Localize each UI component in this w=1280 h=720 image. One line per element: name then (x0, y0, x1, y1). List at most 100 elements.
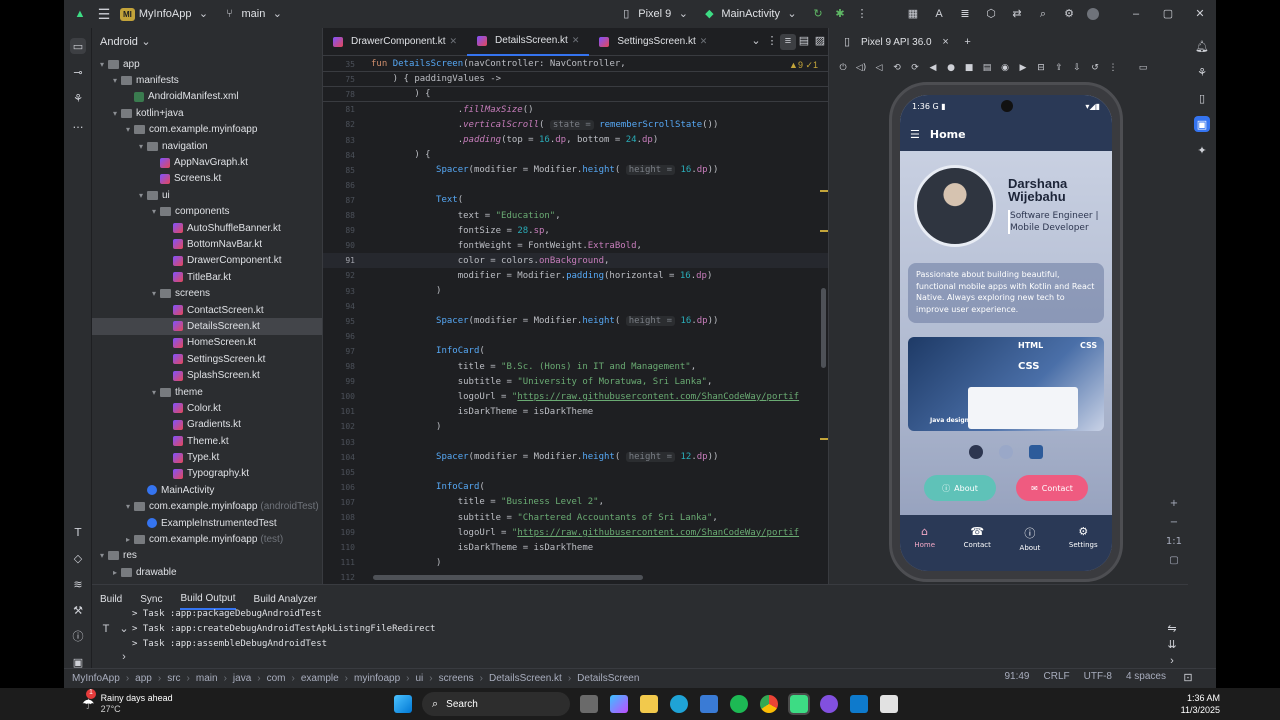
scroll-end-icon[interactable]: ⇊ (1164, 637, 1180, 653)
line-separator[interactable]: CRLF (1044, 671, 1070, 687)
code-area[interactable]: 35 fun DetailsScreen(navController: NavCo… (323, 56, 829, 584)
download-icon[interactable]: ⇩ (1069, 60, 1085, 76)
code-line[interactable]: 89 fontSize = 28.sp, (323, 223, 829, 238)
run-config-selector[interactable]: ◆ MainActivity ⌄ (701, 6, 800, 22)
tree-item[interactable]: HomeScreen.kt (92, 335, 322, 351)
nav-item-contact[interactable]: ☎ Contact (964, 525, 991, 549)
tree-item[interactable]: ExampleInstrumentedTest (92, 515, 322, 531)
zoom-in-icon[interactable]: + (1170, 498, 1178, 509)
code-line[interactable]: 104 Spacer(modifier = Modifier.height( h… (323, 450, 829, 465)
code-line[interactable]: 96 (323, 329, 829, 344)
collapse-icon[interactable]: › (116, 649, 132, 665)
build-tab[interactable]: Build Output (180, 589, 236, 610)
tree-item[interactable]: SettingsScreen.kt (92, 351, 322, 367)
tree-item[interactable]: ▾ com.example.myinfoapp (92, 122, 322, 138)
code-line[interactable]: 82 .verticalScroll( state = rememberScro… (323, 117, 829, 132)
code-line[interactable]: 100 logoUrl = "https://raw.githubusercon… (323, 389, 829, 404)
tree-item[interactable]: Type.kt (92, 449, 322, 465)
warning-marker[interactable] (820, 438, 828, 440)
chrome-icon[interactable] (760, 695, 778, 713)
code-line[interactable]: 93 ) (323, 284, 829, 299)
snipping-tool-icon[interactable] (880, 695, 898, 713)
tree-item[interactable]: ▾ ui (92, 187, 322, 203)
close-tab-icon[interactable]: ✕ (572, 35, 580, 46)
minimize-icon[interactable]: – (1128, 6, 1144, 22)
commit-icon[interactable]: ⊸ (70, 64, 86, 80)
zoom-out-icon[interactable]: − (1170, 517, 1178, 528)
tree-item[interactable]: ContactScreen.kt (92, 302, 322, 318)
tree-item[interactable]: ▾ components (92, 204, 322, 220)
code-line[interactable]: 81 .fillMaxSize() (323, 102, 829, 117)
code-line[interactable]: 95 Spacer(modifier = Modifier.height( he… (323, 314, 829, 329)
auto-shuffle-banner[interactable]: HTML CSS CSS Java design (908, 337, 1104, 431)
tree-item[interactable]: ▾ navigation (92, 138, 322, 154)
store-icon[interactable] (700, 695, 718, 713)
code-line[interactable]: 105 (323, 465, 829, 480)
reset-icon[interactable]: ↺ (1087, 60, 1103, 76)
nav-item-about[interactable]: ⓘ About (1020, 525, 1041, 552)
breadcrumb-item[interactable]: java (233, 673, 251, 684)
breadcrumb-item[interactable]: DetailsScreen (577, 673, 639, 684)
rotate-left-icon[interactable]: ⟲ (889, 60, 905, 76)
resource-manager-icon[interactable]: ⚘ (70, 90, 86, 106)
close-tab-icon[interactable]: ✕ (700, 36, 708, 47)
tree-item[interactable]: AppNavGraph.kt (92, 154, 322, 170)
settings-icon[interactable]: ⚙ (1061, 6, 1077, 22)
build-tab[interactable]: Build (100, 590, 122, 609)
phone-screen[interactable]: 1:36 G ▮ ▾◢▮ ☰ Home Darshana Wijebahu Soft… (900, 95, 1112, 571)
more-icon[interactable]: ⋮ (764, 34, 780, 50)
inspection-widget[interactable]: ▲9 ✓1 (789, 60, 818, 71)
tree-item[interactable]: ▾ com.example.myinfoapp (androidTest) (92, 499, 322, 515)
code-line[interactable]: 91 color = colors.onBackground, (323, 253, 829, 269)
avatar[interactable] (1087, 8, 1099, 20)
spotify-icon[interactable] (730, 695, 748, 713)
more-tools-icon[interactable]: … (70, 116, 86, 132)
gem-icon[interactable]: ◇ (70, 550, 86, 566)
structure-icon[interactable]: ≣ (957, 6, 973, 22)
add-device-icon[interactable]: + (960, 34, 976, 50)
zoom-actual-icon[interactable]: 1:1 (1166, 536, 1182, 547)
nav-item-settings[interactable]: ⚙ Settings (1069, 525, 1098, 549)
code-line[interactable]: 97 InfoCard( (323, 344, 829, 359)
expand-arrow-icon[interactable]: ▾ (148, 388, 160, 397)
editor-tab[interactable]: DrawerComponent.kt ✕ (323, 28, 467, 56)
editor-tab[interactable]: SettingsScreen.kt ✕ (589, 28, 717, 56)
expand-icon[interactable]: ⌄ (116, 621, 132, 637)
tree-item[interactable]: ▾ kotlin+java (92, 105, 322, 121)
tree-item[interactable]: SplashScreen.kt (92, 367, 322, 383)
tree-item[interactable]: Screens.kt (92, 171, 322, 187)
build-icon[interactable]: ⚒ (70, 602, 86, 618)
tree-item[interactable]: DrawerComponent.kt (92, 253, 322, 269)
code-line[interactable]: 83 .padding(top = 16.dp, bottom = 24.dp) (323, 133, 829, 148)
running-devices-icon[interactable]: ▣ (1194, 116, 1210, 132)
menu-icon[interactable]: ☰ (910, 128, 920, 141)
vscode-icon[interactable] (850, 695, 868, 713)
soft-wrap-icon[interactable]: ⇋ (1164, 621, 1180, 637)
maximize-icon[interactable]: ▢ (1160, 6, 1176, 22)
main-menu-icon[interactable]: ☰ (96, 6, 112, 22)
device-tab[interactable]: ▯ Pixel 9 API 36.0 × + (829, 28, 1188, 56)
caret-position[interactable]: 91:49 (1004, 671, 1029, 687)
close-icon[interactable]: ✕ (1192, 6, 1208, 22)
expand-arrow-icon[interactable]: ▾ (96, 60, 108, 69)
volume-up-icon[interactable]: ◁) (853, 60, 869, 76)
code-line[interactable]: 85 Spacer(modifier = Modifier.height( he… (323, 163, 829, 178)
filter-icon[interactable]: T (98, 621, 114, 637)
search-icon[interactable]: ⌕ (1035, 6, 1051, 22)
snapshot-icon[interactable]: ▤ (979, 60, 995, 76)
close-icon[interactable]: × (938, 34, 954, 50)
tree-item[interactable]: AndroidManifest.xml (92, 89, 322, 105)
code-line[interactable]: 111 ) (323, 555, 829, 570)
build-tab[interactable]: Build Analyzer (254, 590, 317, 609)
tree-item[interactable]: ▾ manifests (92, 72, 322, 88)
nav-item-home[interactable]: ⌂ Home (914, 525, 935, 549)
mirror-icon[interactable]: ▭ (1135, 60, 1151, 76)
vertical-scrollbar[interactable] (821, 288, 826, 368)
tree-item[interactable]: Color.kt (92, 400, 322, 416)
code-line[interactable]: 101 isDarkTheme = isDarkTheme (323, 404, 829, 419)
breadcrumb-item[interactable]: MyInfoApp (72, 673, 120, 684)
tree-item[interactable]: ▸ drawable (92, 564, 322, 580)
project-selector[interactable]: MI MyInfoApp ⌄ (120, 6, 211, 22)
github-desktop-icon[interactable] (820, 695, 838, 713)
device-selector[interactable]: ▯ Pixel 9 ⌄ (618, 6, 691, 22)
